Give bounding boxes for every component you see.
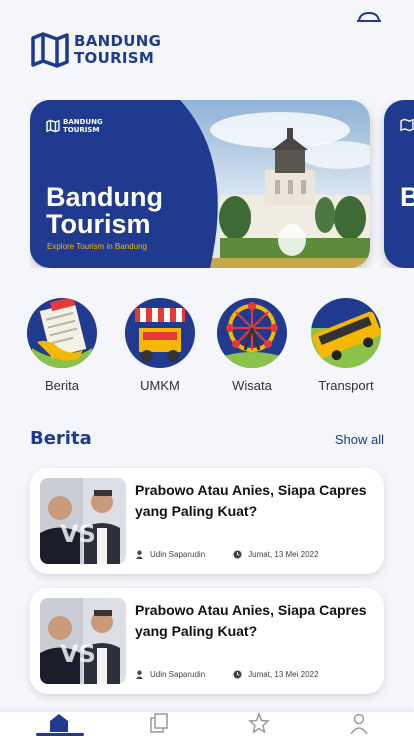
banner-card-next[interactable]: B bbox=[384, 100, 414, 268]
news-author: Udin Saparudin bbox=[150, 550, 206, 559]
map-logo-icon bbox=[400, 118, 414, 132]
banner-carousel[interactable]: BANDUNG TOURISM Bandung Tourism Explore … bbox=[30, 100, 414, 268]
news-card[interactable]: VS Prabowo Atau Anies, Siapa Capres yang… bbox=[30, 588, 384, 694]
category-list: Berita UMKM Wisata Transport bbox=[22, 298, 414, 398]
ferris-wheel-icon bbox=[217, 298, 287, 368]
news-date: Jumat, 13 Mei 2022 bbox=[248, 550, 319, 559]
bus-icon bbox=[311, 298, 381, 368]
banner-logo-line1: BANDUNG bbox=[63, 118, 103, 126]
news-thumbnail: VS bbox=[40, 478, 126, 564]
svg-text:VS: VS bbox=[60, 520, 96, 548]
svg-text:VS: VS bbox=[60, 640, 96, 668]
app-header: BANDUNG TOURISM bbox=[0, 0, 414, 90]
category-berita[interactable]: Berita bbox=[22, 298, 102, 393]
logo-line2: TOURISM bbox=[74, 49, 155, 67]
banner-title-line2: Tourism bbox=[46, 209, 151, 239]
category-label: Transport bbox=[318, 378, 374, 393]
app-logo: BANDUNG TOURISM bbox=[30, 30, 161, 70]
news-headline: Prabowo Atau Anies, Siapa Capres yang Pa… bbox=[135, 482, 367, 519]
news-thumbnail: VS bbox=[40, 598, 126, 684]
notification-icon[interactable] bbox=[356, 10, 382, 24]
banner-next-title: B bbox=[400, 182, 414, 212]
clock-icon bbox=[233, 550, 242, 559]
category-label: UMKM bbox=[140, 378, 180, 393]
user-icon bbox=[135, 670, 144, 679]
show-all-link[interactable]: Show all bbox=[335, 432, 384, 447]
map-logo-icon bbox=[31, 32, 69, 68]
category-umkm[interactable]: UMKM bbox=[120, 298, 200, 393]
banner-card[interactable]: BANDUNG TOURISM Bandung Tourism Explore … bbox=[30, 100, 370, 268]
news-section-header: Berita Show all bbox=[30, 428, 384, 452]
news-headline: Prabowo Atau Anies, Siapa Capres yang Pa… bbox=[135, 602, 367, 639]
news-meta: Udin Saparudin Jumat, 13 Mei 2022 bbox=[135, 550, 318, 559]
category-transport[interactable]: Transport bbox=[306, 298, 386, 393]
category-label: Berita bbox=[45, 378, 79, 393]
news-author: Udin Saparudin bbox=[150, 670, 206, 679]
copy-icon bbox=[150, 713, 168, 733]
news-date: Jumat, 13 Mei 2022 bbox=[248, 670, 319, 679]
section-title: Berita bbox=[30, 428, 92, 449]
category-wisata[interactable]: Wisata bbox=[212, 298, 292, 393]
nav-profile[interactable] bbox=[348, 712, 372, 736]
user-icon bbox=[135, 550, 144, 559]
map-logo-icon bbox=[46, 119, 60, 133]
home-icon bbox=[50, 714, 68, 732]
banner-title: Bandung Tourism bbox=[46, 184, 163, 238]
clock-icon bbox=[233, 670, 242, 679]
food-cart-icon bbox=[125, 298, 195, 368]
banner-title-line1: Bandung bbox=[46, 182, 163, 212]
category-label: Wisata bbox=[232, 378, 272, 393]
newspaper-icon bbox=[27, 298, 97, 368]
news-card[interactable]: VS Prabowo Atau Anies, Siapa Capres yang… bbox=[30, 468, 384, 574]
news-meta: Udin Saparudin Jumat, 13 Mei 2022 bbox=[135, 670, 318, 679]
logo-text: BANDUNG TOURISM bbox=[74, 33, 161, 67]
banner-logo: BANDUNG TOURISM bbox=[46, 118, 103, 134]
profile-icon bbox=[350, 713, 368, 735]
nav-favorite[interactable] bbox=[248, 711, 272, 736]
logo-line1: BANDUNG bbox=[74, 32, 162, 50]
banner-logo-line2: TOURISM bbox=[63, 126, 100, 134]
banner-subtitle: Explore Tourism in Bandung bbox=[47, 242, 147, 251]
star-icon bbox=[248, 711, 270, 734]
nav-copy[interactable] bbox=[148, 712, 172, 736]
bottom-navigation bbox=[0, 711, 414, 736]
